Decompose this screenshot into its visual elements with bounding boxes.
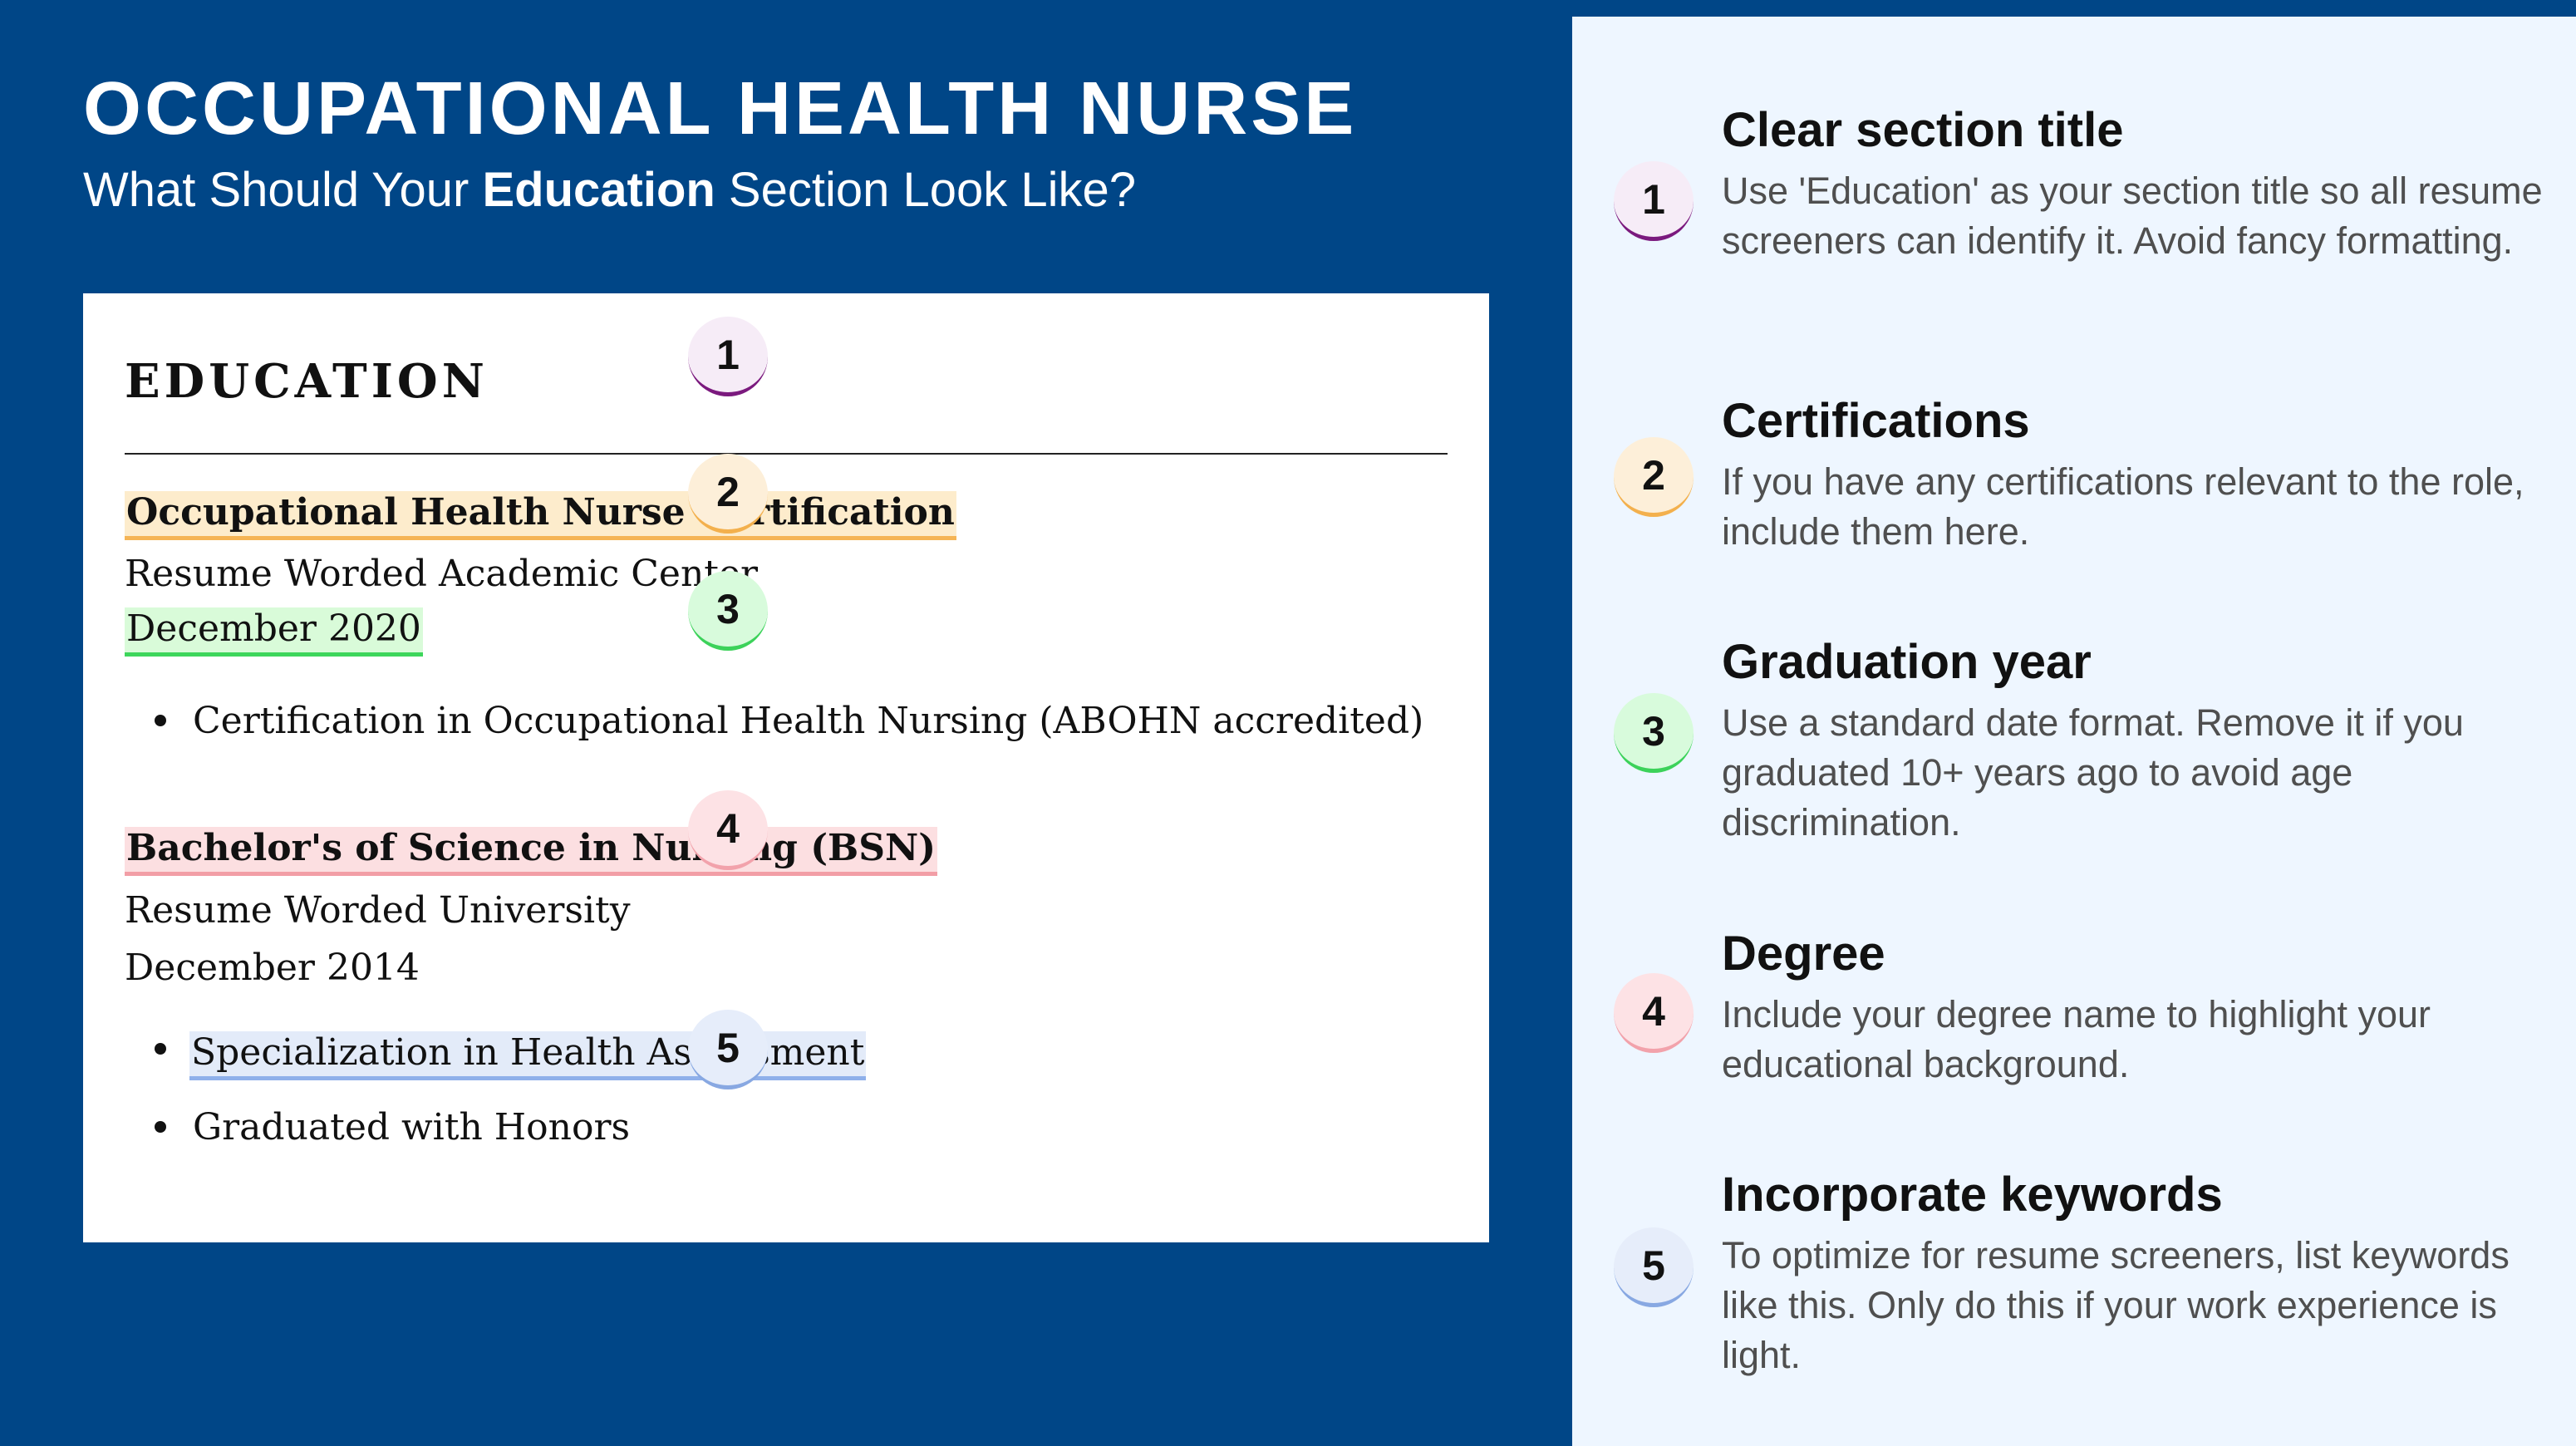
tip-badge-5: 5 [1614, 1227, 1694, 1307]
certification-name-highlight: Occupational Health Nurse Certification [125, 491, 956, 540]
tip-description: Use a standard date format. Remove it if… [1722, 701, 2464, 844]
tip-description: To optimize for resume screeners, list k… [1722, 1234, 2510, 1376]
badge-3-graduation: 3 [688, 571, 768, 651]
bullet-dot [155, 1043, 166, 1055]
education-section-title: EDUCATION [125, 354, 489, 409]
tip-badge-1: 1 [1614, 161, 1694, 241]
badge-5-keywords: 5 [688, 1010, 768, 1089]
bullet-text: Certification in Occupational Health Nur… [193, 700, 1424, 742]
degree-name-highlight: Bachelor's of Science in Nursing (BSN) [125, 827, 938, 876]
subtitle-text-end: Section Look Like? [715, 163, 1137, 217]
tip-badge-2: 2 [1614, 437, 1694, 517]
tips-panel: 1 Clear section title Use 'Education' as… [1572, 17, 2576, 1446]
bullet-dot [155, 715, 166, 726]
tip-title: Graduation year [1722, 635, 2092, 689]
certification-date: December 2020 [125, 607, 423, 657]
tip-title: Incorporate keywords [1722, 1168, 2223, 1222]
resume-education-card: EDUCATION 1 Occupational Health Nurse Ce… [83, 293, 1489, 1242]
degree-school: Resume Worded University [125, 889, 631, 932]
badge-1-title: 1 [688, 317, 768, 396]
certification-bullet: Certification in Occupational Health Nur… [155, 700, 1424, 742]
tip-badge-3: 3 [1614, 693, 1694, 773]
page-title: OCCUPATIONAL HEALTH NURSE [83, 67, 1358, 150]
subtitle-text-start: What Should Your [83, 163, 483, 217]
degree-date: December 2014 [125, 947, 420, 989]
subtitle-emphasis: Education [482, 163, 715, 217]
degree-name: Bachelor's of Science in Nursing (BSN) [125, 827, 938, 876]
certification-school: Resume Worded Academic Center [125, 553, 759, 595]
bullet-text: Graduated with Honors [193, 1106, 631, 1148]
tip-description: Include your degree name to highlight yo… [1722, 993, 2431, 1085]
degree-bullet-honors: Graduated with Honors [155, 1106, 631, 1148]
bullet-dot [155, 1121, 166, 1133]
tip-title: Clear section title [1722, 103, 2124, 157]
tip-description: If you have any certifications relevant … [1722, 460, 2524, 553]
tip-title: Certifications [1722, 394, 2030, 448]
badge-2-certification: 2 [688, 454, 768, 534]
tip-description: Use 'Education' as your section title so… [1722, 170, 2543, 262]
tip-badge-4: 4 [1614, 973, 1694, 1053]
certification-name: Occupational Health Nurse Certification [125, 491, 956, 540]
badge-4-degree: 4 [688, 790, 768, 870]
section-divider [125, 453, 1448, 455]
tip-title: Degree [1722, 927, 1885, 981]
page-subtitle: What Should Your Education Section Look … [83, 166, 1136, 214]
certification-date-highlight: December 2020 [125, 607, 423, 657]
